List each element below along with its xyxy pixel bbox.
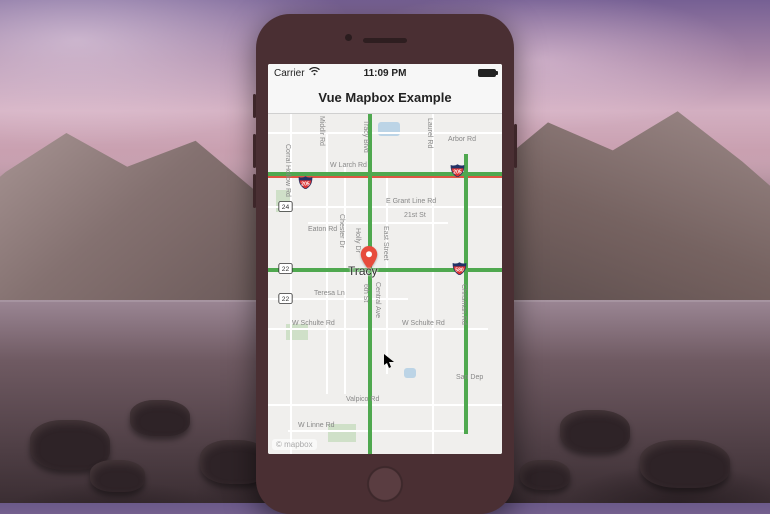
road-label: San Dep: [456, 374, 483, 381]
interstate-shield-icon: 580: [452, 262, 467, 275]
wifi-icon: [309, 67, 320, 79]
svg-text:205: 205: [453, 169, 462, 175]
road-label: W Linne Rd: [298, 422, 335, 429]
map-road: [432, 114, 434, 454]
cursor-icon: [384, 354, 394, 368]
svg-text:22: 22: [282, 266, 290, 273]
map-road: [268, 328, 488, 330]
road-label: 6th St: [362, 284, 369, 302]
wallpaper-rock: [520, 460, 570, 490]
road-label: Tracy Blvd: [362, 120, 369, 153]
interstate-shield-icon: 205: [298, 176, 313, 189]
wallpaper-rock: [130, 400, 190, 436]
map-road: [288, 430, 468, 432]
svg-text:24: 24: [282, 204, 290, 211]
svg-text:22: 22: [282, 296, 290, 303]
map-water: [404, 368, 416, 378]
road-label: East Street: [382, 226, 389, 261]
map-road: [268, 132, 502, 134]
carrier-label: Carrier: [274, 68, 305, 79]
road-label: Central Ave: [374, 282, 381, 318]
home-button[interactable]: [365, 464, 405, 504]
wallpaper-rock: [640, 440, 730, 488]
battery-fill: [479, 70, 495, 76]
map-road: [344, 164, 346, 394]
road-label: W Larch Rd: [330, 162, 367, 169]
road-label: Teresa Ln: [314, 290, 345, 297]
battery-icon: [478, 69, 496, 77]
svg-text:580: 580: [455, 267, 464, 273]
road-label: E Grant Line Rd: [386, 198, 436, 205]
mute-switch[interactable]: [253, 94, 256, 118]
road-label: W Schulte Rd: [402, 320, 445, 327]
state-route-shield-icon: 22: [278, 262, 293, 275]
wallpaper-rock: [560, 410, 630, 452]
page-title: Vue Mapbox Example: [318, 90, 451, 105]
road-label: Eaton Rd: [308, 226, 337, 233]
state-route-shield-icon: 24: [278, 200, 293, 213]
road-label: Chrisman Rd: [460, 284, 467, 325]
city-label: Tracy: [348, 264, 378, 278]
status-bar: Carrier 11:09 PM: [268, 64, 502, 82]
state-route-shield-icon: 22: [278, 292, 293, 305]
front-camera: [345, 34, 352, 41]
phone-device-frame: Carrier 11:09 PM Vue Mapbox Example: [256, 14, 514, 514]
app-navbar: Vue Mapbox Example: [268, 82, 502, 114]
map-road: [308, 222, 448, 224]
map-canvas[interactable]: Corral Hollow Rd W Larch Rd Tracy Blvd E…: [268, 114, 502, 454]
road-label: Middlr Rd: [318, 116, 325, 146]
phone-screen: Carrier 11:09 PM Vue Mapbox Example: [268, 64, 502, 454]
svg-text:205: 205: [301, 181, 310, 187]
map-attribution: © mapbox: [272, 439, 317, 450]
power-button[interactable]: [514, 124, 517, 168]
road-label: 21st St: [404, 212, 426, 219]
wallpaper-rock: [90, 460, 145, 492]
interstate-shield-icon: 205: [450, 164, 465, 177]
volume-down-button[interactable]: [253, 174, 256, 208]
road-label: Corral Hollow Rd: [284, 144, 291, 197]
road-label: Arbor Rd: [448, 136, 476, 143]
road-label: Laurel Rd: [426, 118, 433, 148]
road-label: Chester Dr: [338, 214, 345, 248]
earpiece-speaker: [363, 38, 407, 43]
road-label: Valpico Rd: [346, 396, 379, 403]
volume-up-button[interactable]: [253, 134, 256, 168]
road-label: W Schulte Rd: [292, 320, 335, 327]
